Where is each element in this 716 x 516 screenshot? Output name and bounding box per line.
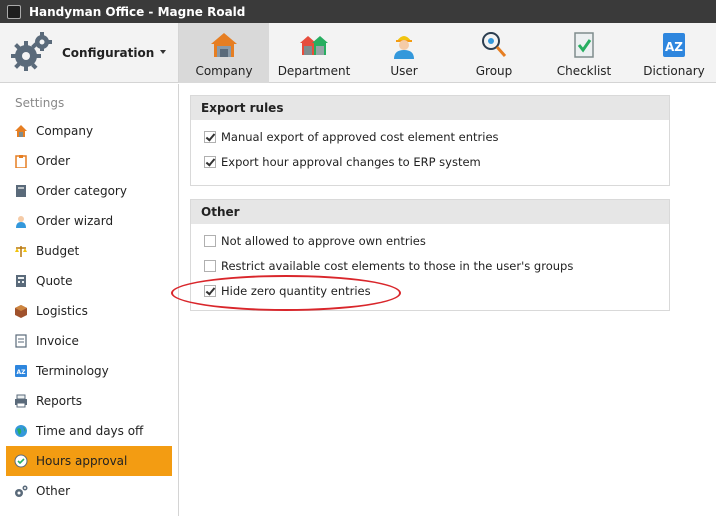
tab-user[interactable]: User <box>359 23 449 83</box>
tab-checklist[interactable]: Checklist <box>539 23 629 83</box>
other-heading: Other <box>191 200 669 224</box>
scale-icon <box>15 246 27 257</box>
settings-sidebar: Settings Company Order Order category Or… <box>0 84 179 516</box>
globe-icon <box>15 425 27 437</box>
export-erp-option[interactable]: Export hour approval changes to ERP syst… <box>191 149 669 174</box>
tab-department[interactable]: Department <box>269 23 359 83</box>
svg-text:AZ: AZ <box>17 369 27 376</box>
calculator-icon <box>16 275 26 287</box>
clipboard-icon <box>15 155 27 168</box>
restrict-cost-elements-option[interactable]: Restrict available cost elements to thos… <box>191 253 669 278</box>
export-rules-heading: Export rules <box>191 96 669 120</box>
gears-icon <box>10 32 52 74</box>
app-icon <box>7 4 21 19</box>
export-rules-panel: Export rules Manual export of approved c… <box>190 95 670 186</box>
houses-icon <box>300 36 328 55</box>
wizard-icon <box>16 216 26 228</box>
document-icon <box>15 334 27 348</box>
house-icon <box>15 125 27 137</box>
sidebar-item-invoice[interactable]: Invoice <box>6 326 172 356</box>
gears-icon <box>15 485 28 497</box>
dictionary-icon: AZ <box>15 365 27 377</box>
not-allowed-approve-checkbox[interactable] <box>204 234 216 247</box>
sidebar-item-order[interactable]: Order <box>6 146 172 176</box>
restrict-cost-elements-checkbox[interactable] <box>204 259 216 272</box>
sidebar-item-order-wizard[interactable]: Order wizard <box>6 206 172 236</box>
sidebar-item-quote[interactable]: Quote <box>6 266 172 296</box>
sidebar-item-hours-approval[interactable]: Hours approval <box>6 446 172 476</box>
group-icon <box>482 32 507 57</box>
sidebar-item-logistics[interactable]: Logistics <box>6 296 172 326</box>
hide-zero-quantity-checkbox[interactable] <box>204 284 216 297</box>
worker-icon <box>394 36 414 59</box>
other-panel: Other Not allowed to approve own entries… <box>190 199 670 311</box>
sidebar-item-budget[interactable]: Budget <box>6 236 172 266</box>
dictionary-icon: AZ <box>663 33 685 57</box>
manual-export-option[interactable]: Manual export of approved cost element e… <box>191 124 669 149</box>
sidebar-item-terminology[interactable]: AZ Terminology <box>6 356 172 386</box>
title-bar: Handyman Office - Magne Roald <box>0 0 716 23</box>
book-icon <box>16 185 26 197</box>
sidebar-item-order-category[interactable]: Order category <box>6 176 172 206</box>
sidebar-heading: Settings <box>15 96 65 110</box>
clock-check-icon <box>14 454 28 468</box>
tab-group[interactable]: Group <box>449 23 539 83</box>
not-allowed-approve-option[interactable]: Not allowed to approve own entries <box>191 228 669 253</box>
hide-zero-quantity-option[interactable]: Hide zero quantity entries <box>191 278 669 303</box>
sidebar-item-company[interactable]: Company <box>6 116 172 146</box>
configuration-dropdown[interactable]: Configuration <box>0 23 179 83</box>
checklist-icon <box>574 32 594 58</box>
house-icon <box>211 33 237 57</box>
configuration-label: Configuration <box>62 46 155 60</box>
window-title: Handyman Office - Magne Roald <box>29 4 246 19</box>
tab-company[interactable]: Company <box>179 23 269 83</box>
export-erp-checkbox[interactable] <box>204 155 216 168</box>
sidebar-item-other[interactable]: Other <box>6 476 172 506</box>
chevron-down-icon[interactable] <box>160 50 166 54</box>
tab-dictionary[interactable]: AZ Dictionary <box>629 23 716 83</box>
manual-export-checkbox[interactable] <box>204 130 216 143</box>
box-icon <box>15 305 27 318</box>
sidebar-item-reports[interactable]: Reports <box>6 386 172 416</box>
sidebar-item-time-and-days-off[interactable]: Time and days off <box>6 416 172 446</box>
printer-icon <box>15 394 27 408</box>
svg-text:AZ: AZ <box>665 40 683 54</box>
top-ribbon: Configuration Company Department User Gr… <box>0 23 716 83</box>
